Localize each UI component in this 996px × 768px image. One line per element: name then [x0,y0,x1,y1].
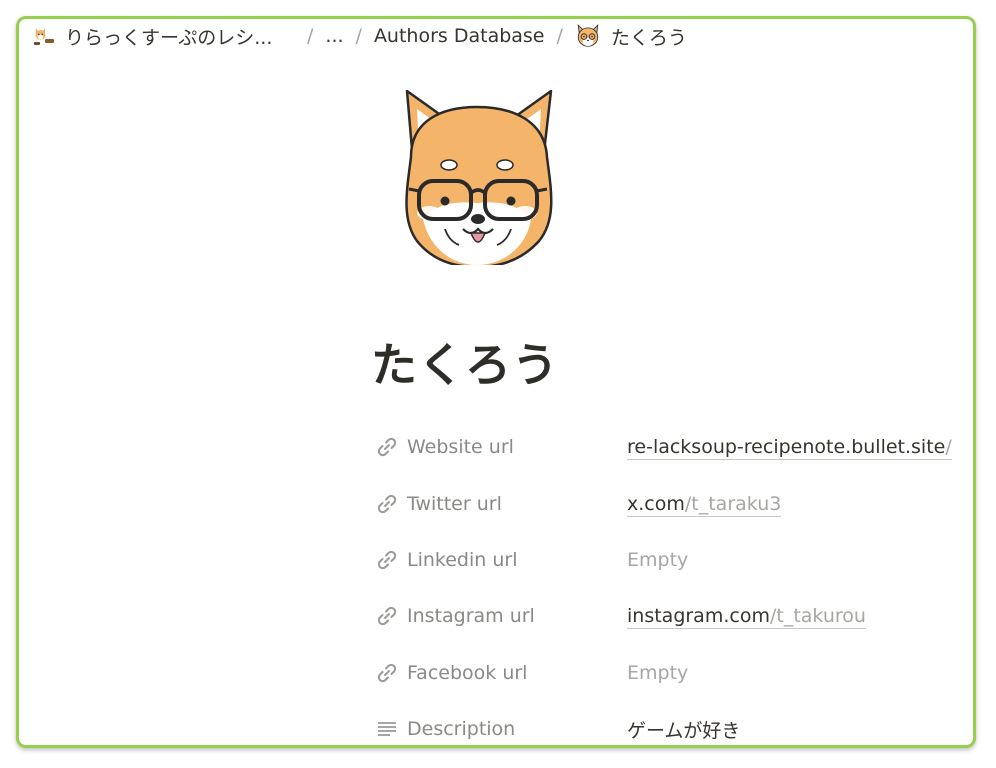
property-name[interactable]: Website url [375,435,627,459]
property-name-label: Twitter url [407,492,502,515]
breadcrumb-label: りらっくすーぷのレシ... [65,26,273,49]
properties-list: Website url re-lacksoup-recipenote.bulle… [375,419,973,745]
breadcrumb-label: たくろう [610,26,687,49]
text-lines-icon [378,722,396,737]
breadcrumb-item-current-page[interactable]: たくろう [571,23,691,50]
shiba-recipe-icon [34,28,54,45]
shiba-glasses-icon [577,23,599,47]
property-name[interactable]: Linkedin url [375,548,627,572]
breadcrumb-item-workspace[interactable]: りらっくすーぷのレシ... [29,23,299,50]
instagram-url-value[interactable]: instagram.com/t_takurou [627,605,866,630]
twitter-url-link[interactable]: x.com/t_taraku3 [627,492,782,517]
property-name[interactable]: Twitter url [375,492,627,516]
property-name[interactable]: Description [375,717,627,741]
property-row-instagram[interactable]: Instagram url instagram.com/t_takurou [375,588,973,644]
breadcrumb-separator: / [307,25,314,47]
linkedin-url-value[interactable]: Empty [627,549,688,571]
link-domain: instagram.com [627,605,770,628]
twitter-url-value[interactable]: x.com/t_taraku3 [627,492,782,517]
property-name-label: Instagram url [407,605,535,628]
property-name-label: Description [407,718,516,741]
property-row-website[interactable]: Website url re-lacksoup-recipenote.bulle… [375,419,973,475]
link-icon [377,663,397,682]
property-name[interactable]: Facebook url [375,661,627,685]
instagram-url-link[interactable]: instagram.com/t_takurou [627,605,866,630]
breadcrumb-separator: / [556,25,563,47]
property-row-facebook[interactable]: Facebook url Empty [375,645,973,701]
property-name-label: Website url [407,436,514,459]
property-name-label: Facebook url [407,661,528,684]
link-icon [377,607,397,626]
website-url-link[interactable]: re-lacksoup-recipenote.bullet.site/ [627,436,952,461]
property-row-linkedin[interactable]: Linkedin url Empty [375,532,973,588]
breadcrumb-separator: / [355,25,362,47]
link-domain: x.com [627,492,685,515]
page-title[interactable]: たくろう [371,335,559,395]
website-url-value[interactable]: re-lacksoup-recipenote.bullet.site/ [627,436,952,461]
page-frame: りらっくすーぷのレシ... / ... / Authors Database /… [16,16,976,748]
property-name[interactable]: Instagram url [375,604,627,628]
breadcrumb-item-authors-database[interactable]: Authors Database [370,25,549,47]
link-domain: re-lacksoup-recipenote.bullet.site [627,436,946,459]
link-path: / [945,436,952,459]
property-name-label: Linkedin url [407,548,518,571]
property-row-twitter[interactable]: Twitter url x.com/t_taraku3 [375,475,973,531]
link-path: /t_takurou [769,605,866,628]
link-icon [377,550,397,570]
breadcrumb-label: ... [325,25,344,47]
breadcrumb-label: Authors Database [373,25,545,47]
property-row-description[interactable]: Description ゲームが好き [375,701,973,745]
link-icon [377,438,397,457]
link-path: /t_taraku3 [684,492,782,515]
breadcrumb: りらっくすーぷのレシ... / ... / Authors Database /… [29,23,691,49]
description-value[interactable]: ゲームが好き [627,716,740,743]
breadcrumb-item-ellipsis[interactable]: ... [321,25,347,47]
link-icon [377,494,397,513]
facebook-url-value[interactable]: Empty [627,662,688,684]
page-avatar-shiba-icon[interactable] [389,69,565,265]
